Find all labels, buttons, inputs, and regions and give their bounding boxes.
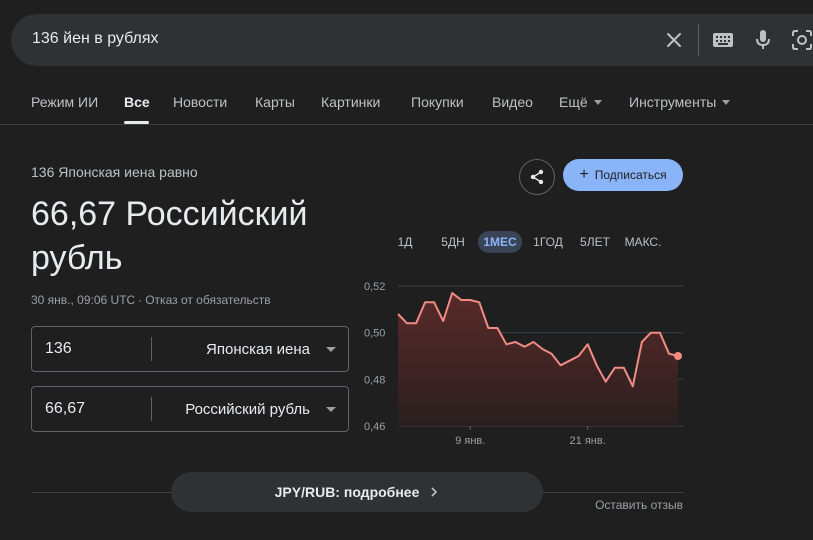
- close-icon[interactable]: [662, 28, 686, 52]
- tab-all[interactable]: Все: [124, 94, 150, 110]
- subscribe-button[interactable]: + Подписаться: [563, 159, 683, 191]
- equal-label: 136 Японская иена равно: [31, 164, 198, 180]
- from-amount-input[interactable]: 136: [45, 340, 72, 358]
- chevron-down-icon: [593, 100, 602, 105]
- search-bar[interactable]: 136 йен в рублях: [11, 14, 813, 66]
- search-input[interactable]: 136 йен в рублях: [32, 30, 159, 48]
- chevron-down-icon[interactable]: [326, 407, 336, 412]
- exchange-rate-chart[interactable]: 0,52 0,50 0,48 0,46 9 янв. 21 янв.: [360, 275, 690, 450]
- tab-more-label: Ещё: [559, 94, 588, 110]
- disclaimer-link[interactable]: Отказ от обязательств: [145, 293, 270, 307]
- tab-tools-label: Инструменты: [629, 94, 717, 110]
- to-currency-select[interactable]: Российский рубль: [185, 401, 310, 418]
- from-currency-select[interactable]: Японская иена: [206, 341, 310, 358]
- y-tick-label: 0,48: [364, 374, 385, 386]
- range-1y[interactable]: 1ГОД: [530, 231, 566, 253]
- tab-tools[interactable]: Инструменты: [629, 94, 731, 110]
- x-tick-label: 9 янв.: [455, 435, 485, 447]
- mic-icon[interactable]: [751, 28, 775, 52]
- details-label: JPY/RUB: подробнее: [274, 484, 420, 500]
- y-tick-label: 0,52: [364, 281, 385, 293]
- field-separator: [151, 397, 152, 421]
- subscribe-label: Подписаться: [594, 168, 667, 182]
- chevron-down-icon: [722, 100, 731, 105]
- timestamp: 30 янв., 09:06 UTC: [31, 293, 136, 307]
- range-1d[interactable]: 1Д: [392, 231, 418, 253]
- range-max[interactable]: МАКС.: [620, 231, 666, 253]
- chevron-down-icon[interactable]: [326, 347, 336, 352]
- tab-more[interactable]: Ещё: [559, 94, 602, 110]
- range-5d[interactable]: 5ДН: [436, 231, 470, 253]
- tab-shopping[interactable]: Покупки: [411, 94, 464, 110]
- tabs-divider: [0, 124, 813, 125]
- share-button[interactable]: [519, 159, 555, 195]
- y-tick-label: 0,50: [364, 328, 385, 340]
- tab-video[interactable]: Видео: [492, 94, 533, 110]
- range-5y[interactable]: 5ЛЕТ: [576, 231, 614, 253]
- tab-images[interactable]: Картинки: [321, 94, 380, 110]
- share-icon: [530, 169, 544, 185]
- feedback-link[interactable]: Оставить отзыв: [595, 498, 683, 512]
- timestamp-line: 30 янв., 09:06 UTC · Отказ от обязательств: [31, 293, 271, 307]
- to-amount-input[interactable]: 66,67: [45, 400, 85, 418]
- lens-icon[interactable]: [790, 28, 813, 52]
- last-point-marker: [674, 352, 682, 360]
- separator-dot: ·: [138, 293, 143, 307]
- from-currency-field: 136 Японская иена: [31, 326, 349, 372]
- y-tick-label: 0,46: [364, 421, 385, 433]
- x-tick-label: 21 янв.: [570, 435, 606, 447]
- tab-maps[interactable]: Карты: [255, 94, 295, 110]
- field-separator: [151, 337, 152, 361]
- to-currency-field: 66,67 Российский рубль: [31, 386, 349, 432]
- plus-icon: +: [579, 166, 589, 183]
- search-divider: [698, 24, 699, 56]
- details-button[interactable]: JPY/RUB: подробнее: [171, 472, 543, 512]
- tab-ai-mode[interactable]: Режим ИИ: [31, 94, 98, 110]
- range-1m[interactable]: 1МЕС: [478, 231, 522, 253]
- keyboard-icon[interactable]: [711, 28, 735, 52]
- tab-news[interactable]: Новости: [173, 94, 227, 110]
- chevron-right-icon: [431, 487, 438, 497]
- conversion-result: 66,67 Российский рубль: [31, 195, 308, 277]
